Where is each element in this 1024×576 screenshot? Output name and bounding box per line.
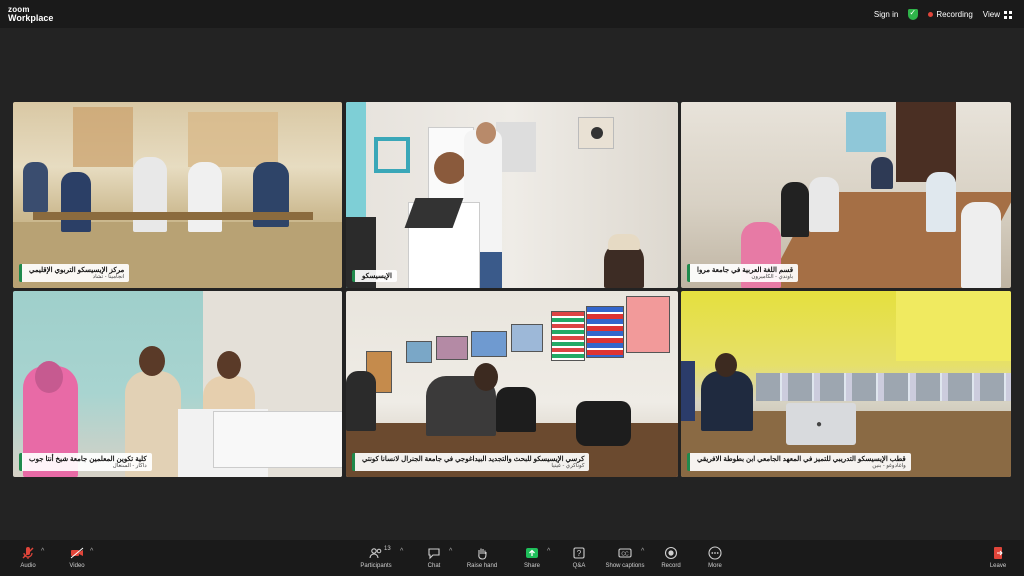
mic-muted-icon xyxy=(22,547,34,559)
participant-nameplate: قسم اللغة العربية في جامعة مروا باوندي -… xyxy=(687,264,799,282)
leave-icon xyxy=(994,547,1003,559)
participants-icon xyxy=(369,548,382,559)
participant-name: كرسي الإيسيسكو للبحث والتجديد البيداغوجي… xyxy=(362,456,585,463)
record-button[interactable]: Record xyxy=(646,546,696,569)
video-label: Video xyxy=(69,563,85,569)
more-label: More xyxy=(708,563,722,569)
sign-in-link[interactable]: Sign in xyxy=(874,10,898,19)
video-tile-5[interactable]: كرسي الإيسيسكو للبحث والتجديد البيداغوجي… xyxy=(346,291,678,477)
participant-name: قطب الإيسيسكو التدريبي للتميز في المعهد … xyxy=(697,456,906,463)
share-screen-icon xyxy=(526,548,538,558)
participant-name: قسم اللغة العربية في جامعة مروا xyxy=(697,267,794,274)
participant-location: انجامينا - تشاد xyxy=(92,274,125,280)
captions-label: Show captions xyxy=(605,563,645,569)
view-button[interactable]: View xyxy=(983,10,1012,19)
zoom-logo: zoom Workplace xyxy=(8,5,53,23)
video-tile-4[interactable]: كلية تكوين المعلمين جامعة شيخ أنتا جوب د… xyxy=(13,291,342,477)
participant-nameplate: مركز الإيسيسكو التربوي الإقليمي انجامينا… xyxy=(19,264,130,282)
captions-options-chevron-icon[interactable]: ^ xyxy=(641,548,644,555)
grid-icon xyxy=(1004,10,1012,19)
chat-icon xyxy=(428,548,440,560)
audio-button[interactable]: Audio xyxy=(3,546,53,569)
top-bar: zoom Workplace Sign in Recording View xyxy=(0,0,1024,28)
leave-label: Leave xyxy=(989,563,1007,569)
video-off-icon xyxy=(70,547,84,559)
qa-icon: ? xyxy=(573,547,585,559)
record-label: Record xyxy=(661,563,681,569)
video-feed xyxy=(346,102,678,288)
participants-count-badge: 13 xyxy=(384,546,391,552)
participant-location: باوندي - الكاميرون xyxy=(751,274,794,280)
view-label: View xyxy=(982,10,1000,19)
recording-indicator[interactable]: Recording xyxy=(928,10,973,19)
audio-options-chevron-icon[interactable]: ^ xyxy=(41,548,44,555)
participant-nameplate: قطب الإيسيسكو التدريبي للتميز في المعهد … xyxy=(687,453,911,471)
video-tile-2[interactable]: الإيسيسكو xyxy=(346,102,678,288)
meeting-toolbar: Audio ^ Video ^ Participants 13 ^ Chat ^ xyxy=(0,540,1024,576)
participants-button[interactable]: Participants xyxy=(351,546,401,569)
chat-options-chevron-icon[interactable]: ^ xyxy=(449,548,452,555)
video-tile-3[interactable]: قسم اللغة العربية في جامعة مروا باوندي -… xyxy=(681,102,1011,288)
video-button[interactable]: Video xyxy=(52,546,102,569)
video-feed xyxy=(681,102,1011,288)
raise-hand-label: Raise hand xyxy=(466,563,498,569)
qa-button[interactable]: ? Q&A xyxy=(554,546,604,569)
video-feed xyxy=(13,102,342,288)
video-tile-1[interactable]: مركز الإيسيسكو التربوي الإقليمي انجامينا… xyxy=(13,102,342,288)
participant-location: داكار - السنغال xyxy=(112,463,147,469)
leave-button[interactable]: Leave xyxy=(973,546,1023,569)
brand-bottom: Workplace xyxy=(8,13,54,23)
video-feed xyxy=(13,291,342,477)
participant-name: كلية تكوين المعلمين جامعة شيخ أنتا جوب xyxy=(29,456,147,463)
share-label: Share xyxy=(523,563,540,569)
video-options-chevron-icon[interactable]: ^ xyxy=(90,548,93,555)
participants-label: Participants xyxy=(360,563,392,569)
share-options-chevron-icon[interactable]: ^ xyxy=(547,548,550,555)
participant-location: واغادوغو - بنين xyxy=(872,463,906,469)
svg-text:?: ? xyxy=(577,549,582,558)
shield-icon[interactable] xyxy=(908,8,919,20)
chat-label: Chat xyxy=(427,563,441,569)
participant-nameplate: الإيسيسكو xyxy=(352,270,397,282)
audio-label: Audio xyxy=(20,563,36,569)
participant-nameplate: كرسي الإيسيسكو للبحث والتجديد البيداغوجي… xyxy=(352,453,590,471)
record-icon xyxy=(664,546,678,560)
raise-hand-button[interactable]: Raise hand xyxy=(457,546,507,569)
participant-name: الإيسيسكو xyxy=(362,273,392,280)
more-button[interactable]: More xyxy=(690,546,740,569)
participant-name: مركز الإيسيسكو التربوي الإقليمي xyxy=(29,267,125,274)
participants-options-chevron-icon[interactable]: ^ xyxy=(400,548,403,555)
participant-nameplate: كلية تكوين المعلمين جامعة شيخ أنتا جوب د… xyxy=(19,453,152,471)
svg-text:CC: CC xyxy=(621,551,629,557)
participant-location: كوناكري - غينيا xyxy=(551,463,585,469)
more-icon xyxy=(708,546,722,560)
video-feed xyxy=(346,291,678,477)
video-feed: ● xyxy=(681,291,1011,477)
hand-icon xyxy=(478,548,487,560)
qa-label: Q&A xyxy=(572,563,586,569)
recording-dot-icon xyxy=(928,12,934,18)
video-tile-6[interactable]: ● قطب الإيسيسكو التدريبي للتميز في المعه… xyxy=(681,291,1011,477)
recording-label: Recording xyxy=(936,10,973,19)
captions-icon: CC xyxy=(618,548,632,558)
